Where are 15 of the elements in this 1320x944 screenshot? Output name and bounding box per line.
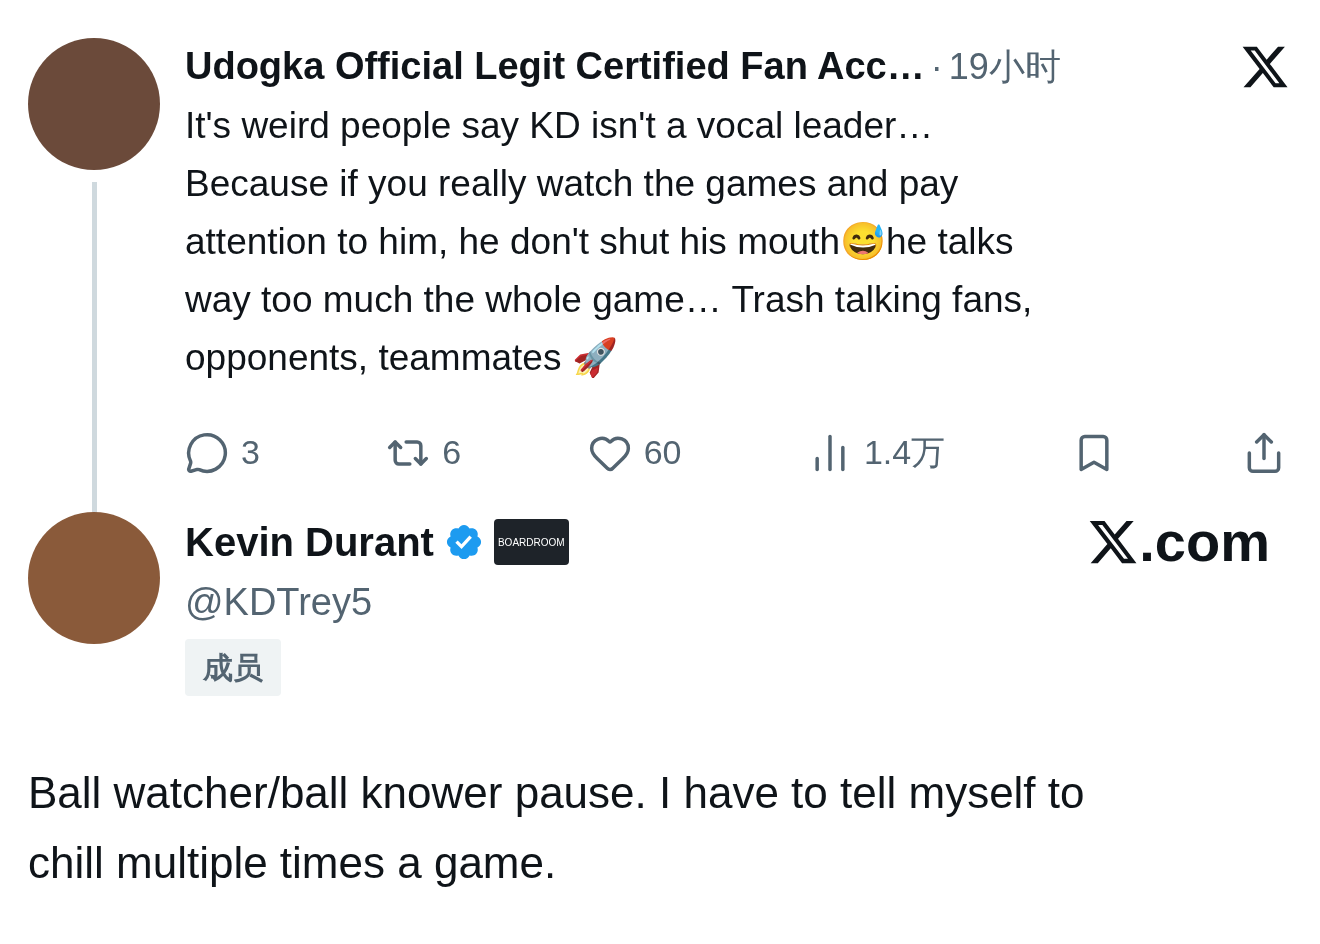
tweet-text: It's weird people say KD isn't a vocal leader… Because if you really watch the games and pay attention to him, he don't shut his mouth😅he talks way too much the whole game… Trash talking fans, opponents, teammates 🚀 — [185, 104, 1034, 380]
timestamp[interactable]: 19小时 — [948, 39, 1061, 94]
repost-action[interactable]: 6 — [386, 427, 462, 478]
affiliate-badge[interactable]: BOARDROOM — [493, 519, 569, 565]
reply-action[interactable]: 3 — [185, 427, 260, 478]
views-action[interactable]: 1.4万 — [807, 427, 946, 478]
user-handle: @KDTrey5 — [185, 580, 374, 625]
author-name[interactable]: Kevin Durant — [185, 512, 434, 572]
reply-text: Ball watcher/ball knower pause. I have to tell myself to chill multiple times a game. — [27, 767, 1086, 889]
speech-bubble-icon — [185, 430, 229, 475]
author-name[interactable]: Udogka Official Legit Certified Fan Acc… — [185, 38, 925, 95]
site-name: .com — [1139, 516, 1270, 568]
member-tag: 成员 — [185, 639, 281, 696]
separator: · — [930, 44, 943, 89]
like-action[interactable]: 60 — [587, 427, 682, 478]
